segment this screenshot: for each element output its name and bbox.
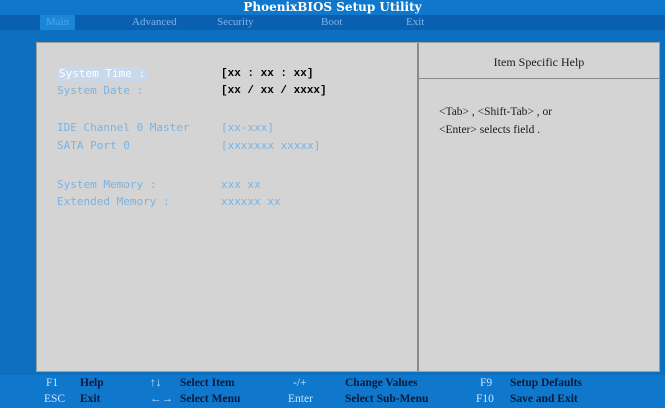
leftright-key: ←→ — [150, 393, 173, 405]
esc-desc: Exit — [80, 393, 101, 405]
ide-channel-value[interactable]: [xx-xxx] — [221, 121, 274, 135]
system-time-label[interactable]: System Time : — [57, 67, 148, 81]
updown-desc: Select Item — [180, 377, 235, 389]
esc-key: ESC — [44, 393, 66, 405]
help-title: Item Specific Help — [493, 55, 585, 69]
enter-desc: Select Sub-Menu — [345, 393, 429, 405]
help-pane: Item Specific Help <Tab> , <Shift-Tab> ,… — [419, 43, 659, 371]
plusminus-desc: Change Values — [345, 377, 418, 389]
help-line-1: <Tab> , <Shift-Tab> , or — [439, 106, 553, 118]
tab-boot[interactable]: Boot — [315, 15, 348, 30]
menu-bar: Main Advanced Security Boot Exit — [0, 15, 665, 30]
tab-exit[interactable]: Exit — [400, 15, 430, 30]
system-date-value[interactable]: [xx / xx / xxxx] — [221, 84, 327, 98]
f10-key: F10 — [476, 393, 494, 405]
system-memory-value: xxx xx — [221, 178, 261, 191]
updown-key: ↑↓ — [150, 377, 162, 389]
help-separator — [419, 78, 659, 79]
extended-memory-label: Extended Memory : — [57, 195, 170, 208]
f9-desc: Setup Defaults — [510, 377, 582, 389]
sata-port-label[interactable]: SATA Port 0 — [57, 139, 130, 153]
leftright-desc: Select Menu — [180, 393, 241, 405]
plusminus-key: -/+ — [293, 377, 307, 389]
help-text: <Tab> , <Shift-Tab> , or <Enter> selects… — [439, 103, 649, 139]
sata-port-value[interactable]: [xxxxxxx xxxxx] — [221, 139, 320, 153]
extended-memory-value: xxxxxx xx — [221, 195, 281, 208]
system-memory-label: System Memory : — [57, 178, 157, 191]
bios-title: PhoenixBIOS Setup Utility — [0, 0, 665, 15]
f9-key: F9 — [480, 377, 493, 389]
status-bar: F1 Help ↑↓ Select Item -/+ Change Values… — [0, 375, 665, 408]
main-panel: System Time : [xx : xx : xx] System Date… — [36, 42, 660, 372]
ide-channel-label[interactable]: IDE Channel 0 Master — [57, 121, 189, 135]
tab-advanced[interactable]: Advanced — [126, 15, 183, 30]
settings-pane: System Time : [xx : xx : xx] System Date… — [37, 43, 417, 371]
tab-main[interactable]: Main — [40, 15, 76, 30]
enter-key: Enter — [288, 393, 313, 405]
help-line-2: <Enter> selects field . — [439, 124, 541, 136]
f1-desc: Help — [80, 377, 104, 389]
system-date-label[interactable]: System Date : — [57, 84, 143, 98]
f10-desc: Save and Exit — [510, 393, 578, 405]
f1-key: F1 — [46, 377, 59, 389]
tab-security[interactable]: Security — [211, 15, 260, 30]
system-time-value[interactable]: [xx : xx : xx] — [221, 67, 313, 81]
